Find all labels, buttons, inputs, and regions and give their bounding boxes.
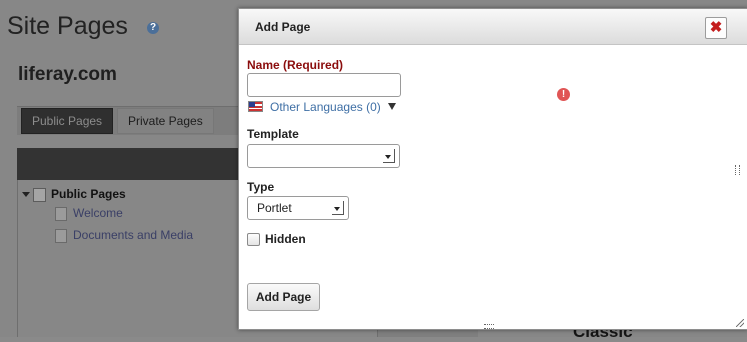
other-languages-link[interactable]: Other Languages (0) xyxy=(270,100,381,114)
folder-icon xyxy=(33,187,46,202)
page-icon xyxy=(55,228,67,243)
resize-grip-bottom[interactable] xyxy=(484,324,494,329)
hidden-checkbox[interactable] xyxy=(247,233,260,246)
name-input[interactable] xyxy=(247,73,401,97)
page-icon xyxy=(55,206,67,221)
help-icon[interactable]: ? xyxy=(147,22,159,34)
dropdown-arrow-icon xyxy=(332,201,344,215)
template-label: Template xyxy=(247,127,299,141)
us-flag-icon xyxy=(248,101,263,112)
expand-arrow-icon[interactable] xyxy=(22,192,30,198)
chevron-down-icon[interactable] xyxy=(388,103,396,110)
tree-item-documents-and-media[interactable]: Documents and Media xyxy=(55,228,193,243)
tree-panel xyxy=(17,180,240,337)
tab-public-pages[interactable]: Public Pages xyxy=(21,108,114,134)
dropdown-arrow-icon xyxy=(383,149,395,163)
dialog-header: Add Page ✖ xyxy=(239,9,747,45)
site-name: liferay.com xyxy=(18,64,117,85)
type-label: Type xyxy=(247,180,275,194)
type-value: Portlet xyxy=(257,201,292,215)
resize-handle-icon[interactable] xyxy=(736,319,744,327)
resize-grip-side[interactable] xyxy=(735,165,740,175)
name-label: Name (Required) xyxy=(247,58,344,72)
close-icon[interactable]: ✖ xyxy=(705,17,727,39)
add-page-button[interactable]: Add Page xyxy=(247,283,320,311)
template-select[interactable] xyxy=(247,144,400,168)
tab-private-pages[interactable]: Private Pages xyxy=(117,108,214,134)
tree-item-welcome[interactable]: Welcome xyxy=(55,206,123,221)
tree-header xyxy=(17,148,239,180)
type-select[interactable]: Portlet xyxy=(247,196,349,220)
tree-item-label: Welcome xyxy=(73,206,123,220)
page-title: Site Pages xyxy=(7,12,128,40)
tree-root[interactable]: Public Pages xyxy=(22,187,126,202)
tree-item-label: Documents and Media xyxy=(73,228,194,242)
tree-root-label: Public Pages xyxy=(51,187,126,201)
error-icon: ! xyxy=(557,88,570,101)
hidden-label: Hidden xyxy=(265,232,306,246)
dialog-title: Add Page xyxy=(255,20,311,34)
add-page-dialog: Add Page ✖ Name (Required) Other Languag… xyxy=(238,8,747,330)
